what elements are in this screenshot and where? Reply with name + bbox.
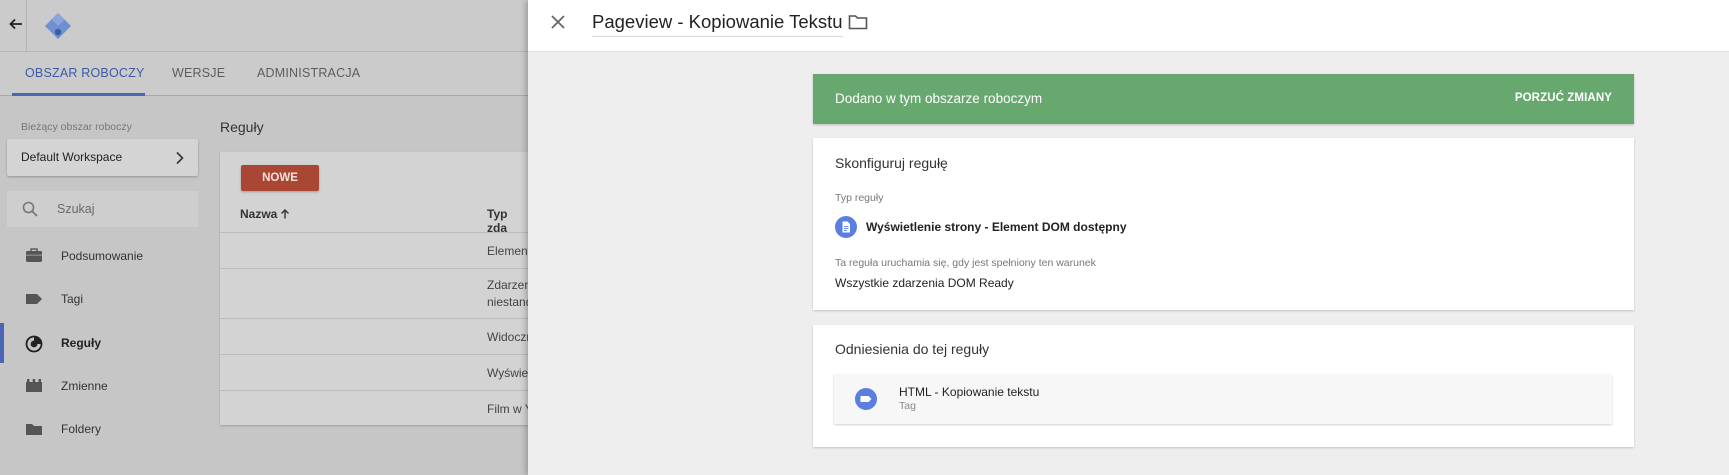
sidebar-item-label: Reguły bbox=[61, 336, 102, 350]
background-app: OBSZAR ROBOCZY WERSJE ADMINISTRACJA Bież… bbox=[0, 0, 533, 475]
table-row[interactable]: Widoczn bbox=[220, 318, 533, 354]
references-card: Odniesienia do tej reguły HTML - Kopiowa… bbox=[813, 325, 1634, 447]
status-text: Dodano w tym obszarze roboczym bbox=[835, 91, 1043, 106]
sidebar-item-folders[interactable]: Foldery bbox=[0, 409, 210, 449]
variables-icon bbox=[25, 378, 43, 394]
trigger-type-value: Wyświetlenie strony - Element DOM dostęp… bbox=[866, 220, 1127, 234]
sidebar-item-tags[interactable]: Tagi bbox=[0, 279, 210, 319]
page-document-icon bbox=[835, 216, 857, 238]
sidebar-item-variables[interactable]: Zmienne bbox=[0, 366, 210, 406]
trigger-type-cell: Zdarzen bbox=[487, 278, 532, 292]
back-arrow-icon[interactable] bbox=[6, 14, 26, 34]
gtm-logo-icon[interactable] bbox=[44, 12, 72, 40]
folder-icon bbox=[25, 421, 43, 437]
table-row[interactable]: Wyświe bbox=[220, 354, 528, 390]
table-row[interactable]: Film w Y bbox=[220, 390, 533, 425]
table-row[interactable]: Zdarzen niestand bbox=[220, 268, 532, 318]
workspace-status-banner: Dodano w tym obszarze roboczym PORZUĆ ZM… bbox=[813, 74, 1634, 124]
trigger-config-card[interactable]: Skonfiguruj regułę Typ reguły Wyświetlen… bbox=[813, 138, 1634, 310]
workspace-label: Bieżący obszar roboczy bbox=[21, 121, 132, 133]
trigger-type-cell: Wyświe bbox=[487, 366, 529, 380]
briefcase-icon bbox=[25, 248, 43, 264]
references-card-title: Odniesienia do tej reguły bbox=[835, 341, 990, 357]
workspace-selector[interactable]: Default Workspace bbox=[7, 139, 198, 176]
tab-workspace[interactable]: OBSZAR ROBOCZY bbox=[25, 66, 144, 80]
tab-versions[interactable]: WERSJE bbox=[172, 66, 225, 80]
top-bar bbox=[0, 0, 528, 52]
triggers-table-card: NOWE Nazwa Typ zda Element Zdarzen niest… bbox=[220, 152, 533, 425]
reference-item[interactable]: HTML - Kopiowanie tekstu Tag bbox=[834, 374, 1612, 424]
panel-header: Pageview - Kopiowanie Tekstu bbox=[528, 0, 1729, 52]
condition-label: Ta reguła uruchamia się, gdy jest spełni… bbox=[835, 257, 1096, 269]
trigger-type-cell: Film w Y bbox=[487, 402, 533, 416]
close-icon[interactable] bbox=[548, 12, 568, 32]
folder-icon[interactable] bbox=[848, 13, 868, 31]
trigger-type-cell-line2: niestand bbox=[487, 295, 533, 309]
search-input[interactable]: Szukaj bbox=[7, 191, 198, 227]
table-row[interactable]: Element bbox=[220, 232, 532, 268]
tag-icon bbox=[25, 291, 43, 307]
workspace-nav: OBSZAR ROBOCZY WERSJE ADMINISTRACJA bbox=[0, 52, 528, 96]
sidebar-item-triggers[interactable]: Reguły bbox=[0, 323, 210, 363]
config-card-title: Skonfiguruj regułę bbox=[835, 155, 948, 171]
tab-admin[interactable]: ADMINISTRACJA bbox=[257, 66, 360, 80]
triggers-heading: Reguły bbox=[220, 119, 264, 135]
tag-icon bbox=[855, 388, 877, 410]
sidebar-item-label: Zmienne bbox=[61, 379, 108, 393]
new-trigger-button[interactable]: NOWE bbox=[241, 165, 319, 191]
trigger-type-label: Typ reguły bbox=[835, 192, 884, 204]
column-header-type[interactable]: Typ zda bbox=[487, 207, 528, 235]
trigger-type-cell: Widoczn bbox=[487, 330, 534, 344]
reference-name: HTML - Kopiowanie tekstu bbox=[899, 385, 1040, 399]
column-header-label: Nazwa bbox=[240, 207, 278, 221]
search-icon bbox=[21, 200, 39, 218]
active-item-indicator bbox=[0, 323, 4, 363]
sort-ascending-icon bbox=[280, 208, 290, 219]
search-placeholder: Szukaj bbox=[57, 202, 95, 216]
reference-type: Tag bbox=[899, 400, 916, 412]
sidebar-item-label: Podsumowanie bbox=[61, 249, 144, 263]
column-header-name[interactable]: Nazwa bbox=[240, 207, 290, 221]
trigger-icon bbox=[25, 335, 43, 353]
trigger-name-field[interactable]: Pageview - Kopiowanie Tekstu bbox=[592, 11, 843, 37]
condition-value: Wszystkie zdarzenia DOM Ready bbox=[835, 276, 1014, 290]
chevron-right-icon bbox=[174, 151, 186, 165]
trigger-type-cell: Element bbox=[487, 244, 532, 258]
discard-changes-button[interactable]: PORZUĆ ZMIANY bbox=[1515, 92, 1612, 104]
sidebar-item-label: Foldery bbox=[61, 422, 102, 436]
workspace-name: Default Workspace bbox=[21, 150, 123, 164]
sidebar-item-overview[interactable]: Podsumowanie bbox=[0, 236, 210, 276]
topbar-divider bbox=[26, 0, 27, 52]
sidebar-item-label: Tagi bbox=[61, 292, 84, 306]
trigger-detail-panel: Pageview - Kopiowanie Tekstu Dodano w ty… bbox=[528, 0, 1729, 475]
